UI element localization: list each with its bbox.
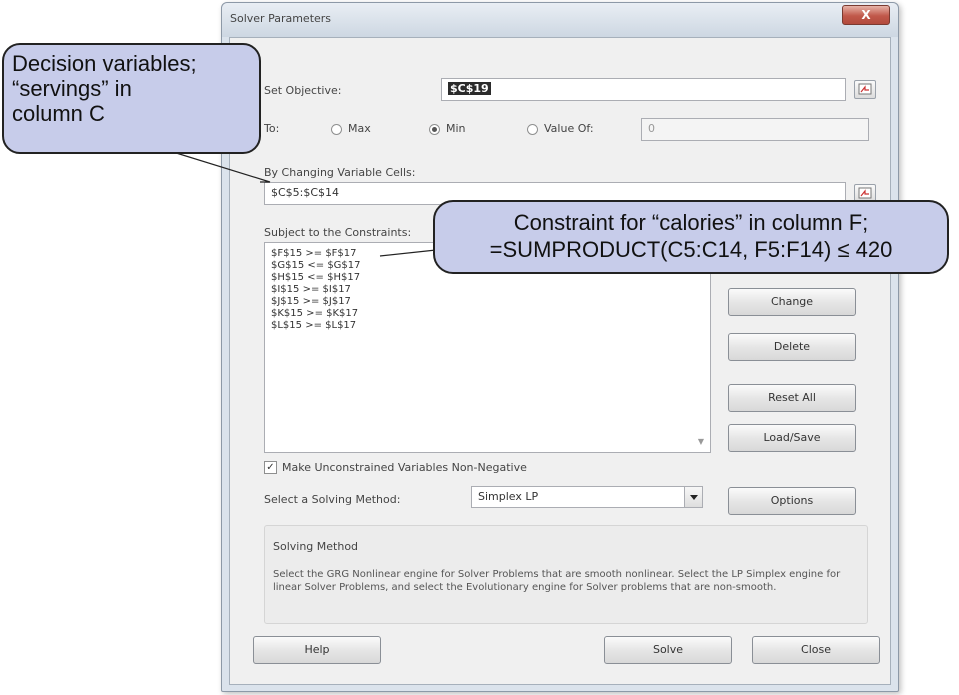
to-label: To: bbox=[264, 122, 280, 135]
changing-cells-label: By Changing Variable Cells: bbox=[264, 166, 416, 179]
options-button[interactable]: Options bbox=[728, 487, 856, 515]
solver-dialog: Solver Parameters X Set Objective: $C$19… bbox=[221, 2, 899, 692]
min-radio[interactable] bbox=[429, 124, 440, 135]
nonnegative-checkbox[interactable]: ✓ bbox=[264, 461, 277, 474]
decision-callout-line-3: column C bbox=[12, 101, 105, 126]
set-objective-label: Set Objective: bbox=[264, 84, 342, 97]
solve-button[interactable]: Solve bbox=[604, 636, 732, 664]
dropdown-arrow-icon[interactable] bbox=[684, 487, 702, 507]
help-button[interactable]: Help bbox=[253, 636, 381, 664]
value-of-radio[interactable] bbox=[527, 124, 538, 135]
range-select-icon bbox=[858, 83, 872, 95]
solving-method-group: Solving Method Select the GRG Nonlinear … bbox=[264, 525, 868, 624]
window-title: Solver Parameters bbox=[230, 12, 332, 25]
value-of-value: 0 bbox=[648, 122, 655, 135]
max-label: Max bbox=[348, 122, 371, 135]
value-of-input[interactable]: 0 bbox=[641, 118, 869, 141]
set-objective-input[interactable]: $C$19 bbox=[441, 78, 846, 101]
solving-method-title: Solving Method bbox=[273, 540, 359, 553]
constraint-item[interactable]: $J$15 >= $J$17 bbox=[271, 296, 351, 307]
constraints-label: Subject to the Constraints: bbox=[264, 226, 412, 239]
constraint-callout-line-2: =SUMPRODUCT(C5:C14, F5:F14) ≤ 420 bbox=[489, 237, 893, 262]
decision-callout-line-1: Decision variables; bbox=[12, 51, 197, 76]
objective-collapse-button[interactable] bbox=[854, 80, 876, 99]
constraint-item[interactable]: $I$15 >= $I$17 bbox=[271, 284, 351, 295]
constraint-item[interactable]: $K$15 >= $K$17 bbox=[271, 308, 358, 319]
scroll-down-icon[interactable]: ▼ bbox=[698, 437, 704, 446]
title-bar: Solver Parameters X bbox=[222, 3, 898, 37]
close-button[interactable]: Close bbox=[752, 636, 880, 664]
set-objective-value: $C$19 bbox=[448, 82, 491, 95]
delete-button[interactable]: Delete bbox=[728, 333, 856, 361]
decision-callout-line-2: “servings” in bbox=[12, 76, 132, 101]
constraint-item[interactable]: $G$15 <= $G$17 bbox=[271, 260, 361, 271]
change-button[interactable]: Change bbox=[728, 288, 856, 316]
constraint-item[interactable]: $F$15 >= $F$17 bbox=[271, 248, 357, 259]
nonnegative-label: Make Unconstrained Variables Non-Negativ… bbox=[282, 461, 527, 474]
dialog-body: Set Objective: $C$19 To: Max Min Value O… bbox=[229, 37, 891, 685]
solving-method-label: Select a Solving Method: bbox=[264, 493, 401, 506]
max-radio[interactable] bbox=[331, 124, 342, 135]
solving-method-description: Select the GRG Nonlinear engine for Solv… bbox=[273, 569, 841, 593]
solving-method-select[interactable]: Simplex LP bbox=[471, 486, 703, 508]
range-select-icon bbox=[858, 187, 872, 199]
close-window-button[interactable]: X bbox=[842, 5, 890, 25]
decision-variables-callout: Decision variables; “servings” in column… bbox=[2, 43, 261, 154]
constraint-callout-line-1: Constraint for “calories” in column F; bbox=[513, 210, 869, 235]
constraint-callout: Constraint for “calories” in column F; =… bbox=[433, 200, 949, 274]
value-of-label: Value Of: bbox=[544, 122, 594, 135]
min-label: Min bbox=[446, 122, 466, 135]
constraint-item[interactable]: $L$15 >= $L$17 bbox=[271, 320, 356, 331]
reset-all-button[interactable]: Reset All bbox=[728, 384, 856, 412]
solving-method-value: Simplex LP bbox=[478, 490, 539, 503]
load-save-button[interactable]: Load/Save bbox=[728, 424, 856, 452]
changing-cells-value: $C$5:$C$14 bbox=[271, 186, 340, 199]
constraint-item[interactable]: $H$15 <= $H$17 bbox=[271, 272, 360, 283]
